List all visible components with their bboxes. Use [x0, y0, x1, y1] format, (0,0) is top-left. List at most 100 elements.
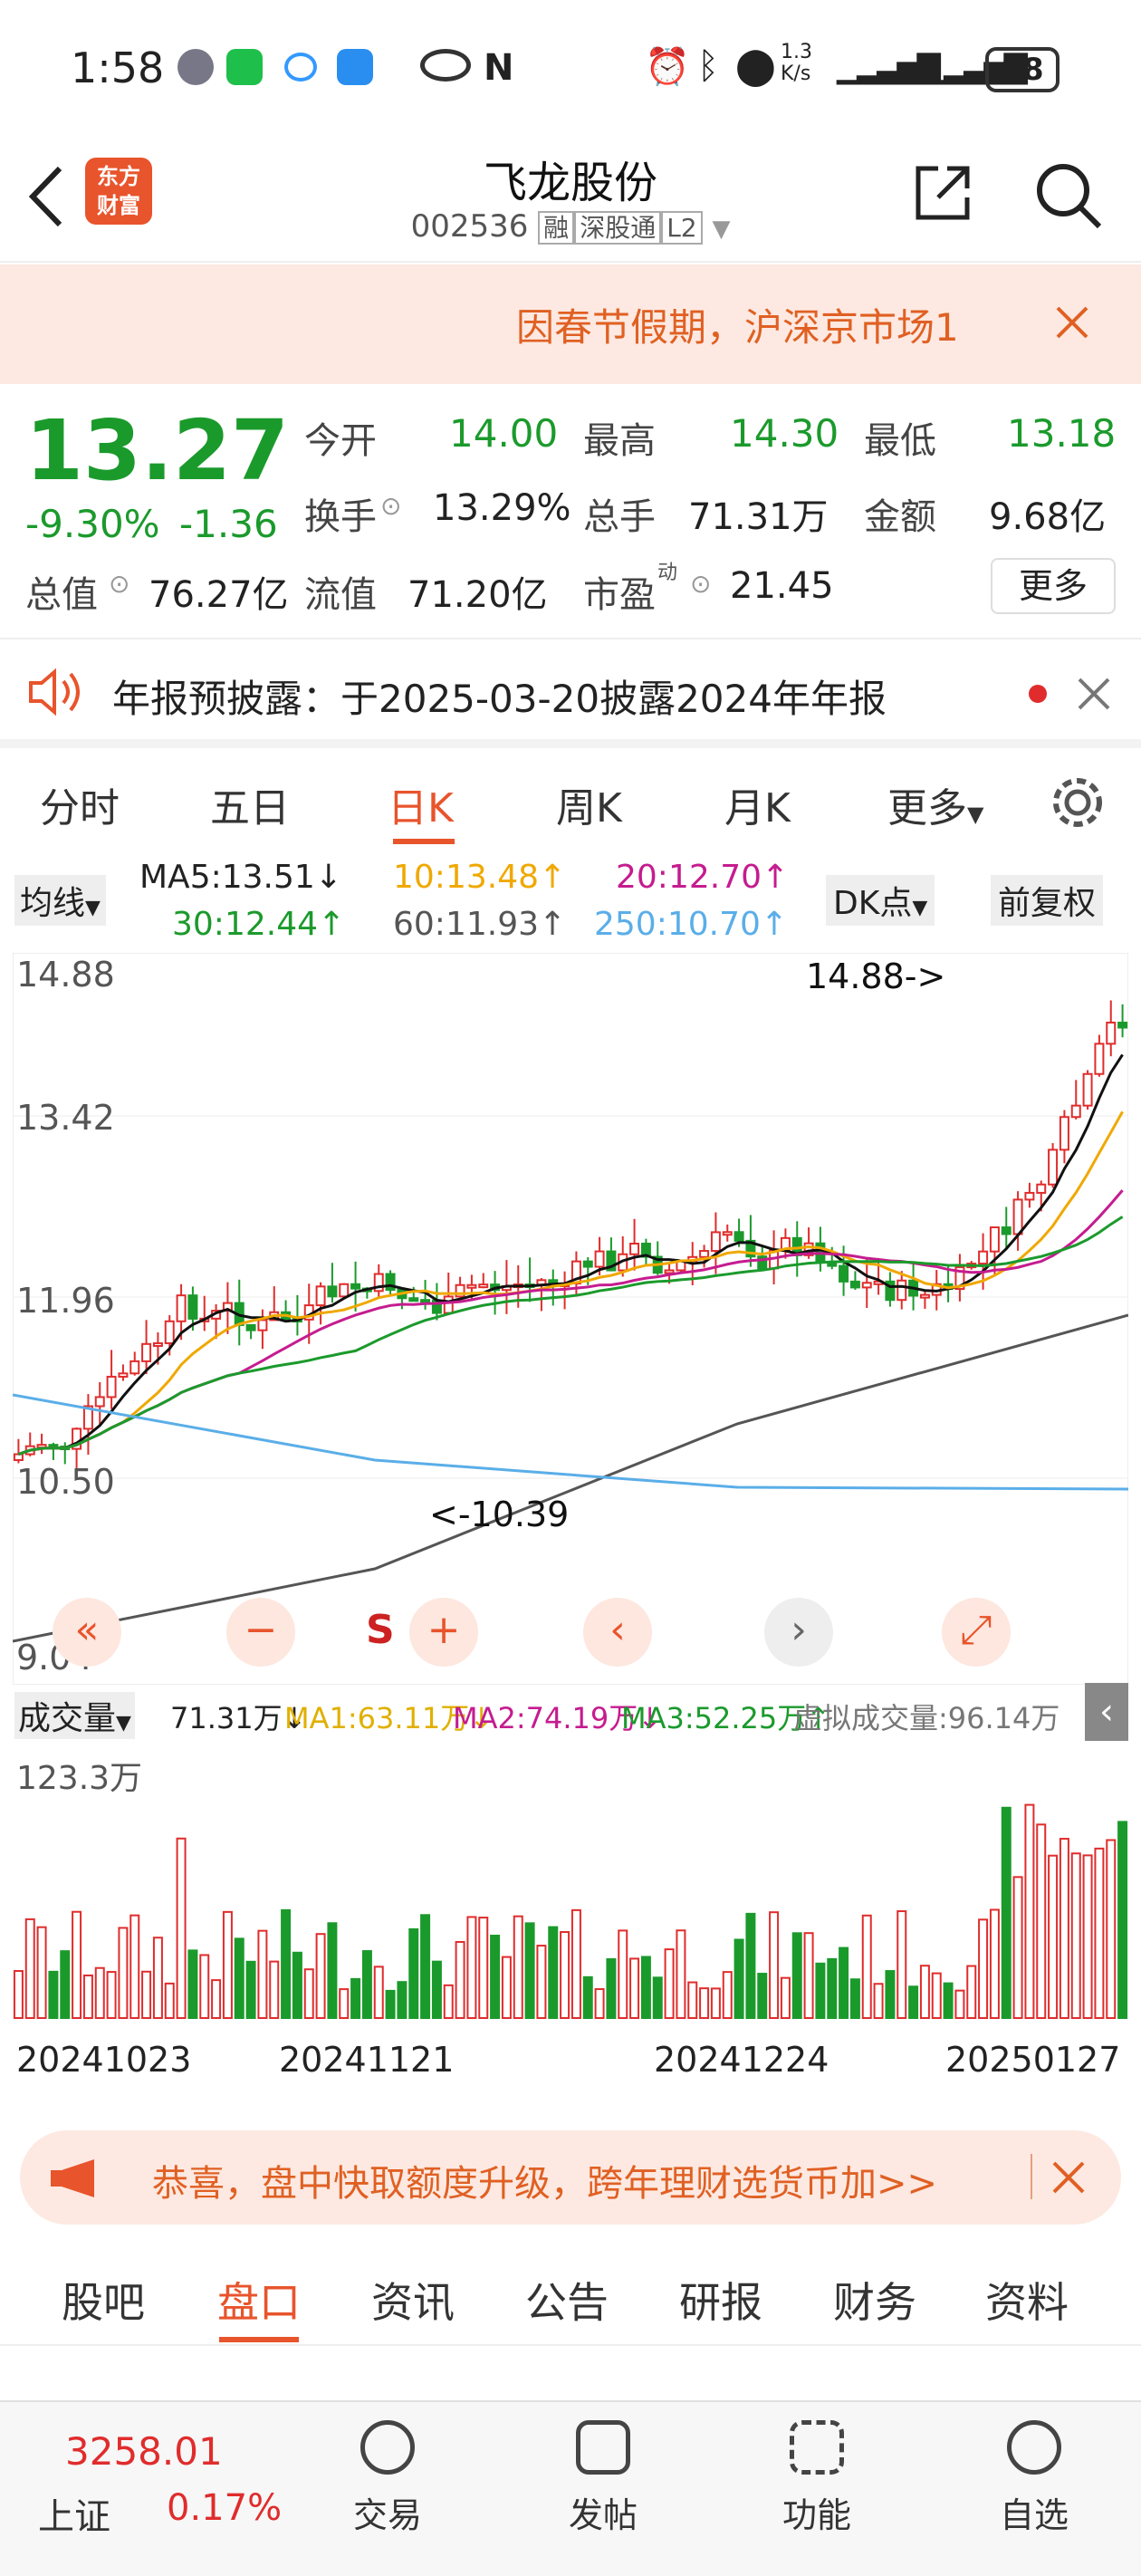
volume-bar	[303, 1968, 314, 2020]
volume-bar	[1082, 1854, 1093, 2019]
close-icon[interactable]	[1076, 676, 1112, 712]
tab-monthly-k[interactable]: 月K	[724, 775, 791, 833]
candle-body	[1012, 1198, 1023, 1235]
tab-order-book[interactable]: 盘口	[217, 2270, 301, 2330]
battery: 88	[985, 47, 1060, 92]
volume-legend: 成交量▼ 71.31万↓ MA1:63.11万↓ MA2:74.19万↓ MA3…	[13, 1683, 1128, 1746]
tab-indicator	[393, 839, 455, 844]
dk-button[interactable]: DK点▼	[826, 875, 935, 926]
candle-body	[1117, 1021, 1128, 1029]
candle-body	[443, 1295, 454, 1314]
wechat-icon	[226, 49, 263, 85]
settings-icon[interactable]	[1049, 774, 1107, 831]
promo-text: 恭喜，盘中快取额度升级，跨年理财选货币加>>	[152, 2163, 938, 2205]
nav-watchlist[interactable]: 自选	[962, 2420, 1107, 2537]
candle-body	[629, 1243, 640, 1255]
volume-bar	[281, 1908, 292, 2019]
adjust-button[interactable]: 前复权	[991, 875, 1104, 926]
volume-bar	[211, 1979, 222, 2020]
ma-selector[interactable]: 均线▼	[14, 875, 106, 926]
dropdown-icon: ▼	[712, 216, 731, 243]
candle-body	[978, 1250, 989, 1265]
volume-label: 总手	[583, 496, 656, 538]
volume-bar	[1001, 1806, 1012, 2019]
candle-body	[141, 1342, 152, 1362]
collapse-panel-button[interactable]: ‹	[1085, 1683, 1128, 1741]
share-icon[interactable]	[911, 161, 974, 225]
chat-icon	[284, 53, 317, 82]
nav-functions[interactable]: 功能	[744, 2420, 889, 2537]
volume-chart[interactable]: 123.3万	[13, 1746, 1128, 2036]
volume-bar	[803, 1932, 814, 2020]
tab-news[interactable]: 资讯	[371, 2270, 455, 2330]
scroll-right-button[interactable]: ›	[764, 1598, 833, 1667]
more-button[interactable]: 更多	[991, 558, 1116, 614]
volume-bar	[849, 1978, 860, 2020]
volume-bar	[1024, 1803, 1035, 2019]
volume-bar	[478, 1917, 489, 2019]
zoom-in-button[interactable]: +	[409, 1598, 478, 1667]
candle-body	[861, 1282, 872, 1289]
status-bar: 1:58 N ⏰ ᛒ ⬤ 1.3 K/s ▁▂▃▅▇ ▁▂▃▅▇ 88	[0, 0, 1141, 145]
close-icon[interactable]	[1050, 2159, 1087, 2196]
tab-announcements[interactable]: 公告	[525, 2270, 609, 2330]
zoom-out-button[interactable]: −	[226, 1598, 295, 1667]
volume-bar	[791, 1932, 802, 2020]
kline-chart[interactable]: 14.88 13.42 11.96 10.50 9.04 14.88-> <-1…	[13, 953, 1128, 1685]
bottom-nav: 3258.01 上证 0.17% 交易 发帖 功能 自选	[0, 2400, 1141, 2576]
candle-body	[176, 1294, 187, 1322]
scroll-left-button[interactable]: ‹	[583, 1598, 652, 1667]
close-icon[interactable]	[1054, 304, 1090, 341]
tab-research[interactable]: 研报	[679, 2270, 762, 2330]
tab-intraday[interactable]: 分时	[40, 775, 120, 833]
volume-bar	[176, 1837, 187, 2019]
expand-button[interactable]: ⤢	[942, 1598, 1011, 1667]
candle-body	[710, 1231, 721, 1253]
tab-daily-k[interactable]: 日K	[388, 775, 454, 833]
date-4: 20250127	[945, 2040, 1121, 2080]
turnover-value: 13.29%	[433, 487, 571, 529]
candle-body	[245, 1323, 256, 1331]
kline-svg	[13, 953, 1128, 1685]
zoom-out-far-button[interactable]: «	[53, 1598, 121, 1667]
float-cap-value: 71.20亿	[408, 574, 548, 616]
index-pct: 0.17%	[167, 2487, 283, 2529]
holiday-notice[interactable]: 因春节假期，沪深京市场1	[0, 264, 1141, 384]
volume-max: 123.3万	[16, 1760, 143, 1797]
candle-body	[478, 1283, 489, 1289]
divider	[1031, 2154, 1032, 2199]
candle-body	[339, 1283, 350, 1298]
candle-body	[1001, 1226, 1012, 1235]
nav-trade[interactable]: 交易	[315, 2420, 460, 2537]
candle-body	[989, 1226, 1000, 1253]
volume-bar	[187, 1949, 198, 2020]
candle-body	[1048, 1149, 1059, 1186]
nav-post[interactable]: 发帖	[531, 2420, 676, 2537]
open-label: 今开	[304, 420, 377, 462]
tab-weekly-k[interactable]: 周K	[556, 775, 622, 833]
tab-more[interactable]: 更多▼	[887, 775, 983, 833]
search-icon[interactable]	[1032, 159, 1105, 232]
tab-five-day[interactable]: 五日	[210, 775, 290, 833]
candle-body	[327, 1285, 338, 1298]
volume-bar	[827, 1957, 838, 2020]
tab-more-label: 更多	[887, 785, 967, 831]
candle-body	[839, 1264, 849, 1283]
volume-bar	[490, 1934, 501, 2019]
volume-bar	[466, 1916, 477, 2019]
volume-bar	[72, 1910, 82, 2019]
volume-selector[interactable]: 成交量▼	[14, 1692, 135, 1739]
announcement-bar[interactable]: 年报预披露：于2025-03-20披露2024年年报	[0, 639, 1141, 748]
candle-body	[1059, 1116, 1069, 1151]
promo-banner[interactable]: 恭喜，盘中快取额度升级，跨年理财选货币加>>	[20, 2130, 1121, 2225]
tab-forum[interactable]: 股吧	[62, 2270, 145, 2330]
signal-icon: ▁▂▃▅▇	[837, 49, 941, 85]
tab-profile[interactable]: 资料	[985, 2270, 1069, 2330]
volume-bar	[257, 1929, 268, 2019]
message-icon	[337, 49, 373, 85]
index-value[interactable]: 3258.01	[65, 2429, 223, 2474]
volume-bar	[618, 1929, 628, 2019]
volume-bar	[757, 1973, 768, 2019]
tab-finance[interactable]: 财务	[833, 2270, 916, 2330]
volume-bar	[94, 1966, 105, 2019]
